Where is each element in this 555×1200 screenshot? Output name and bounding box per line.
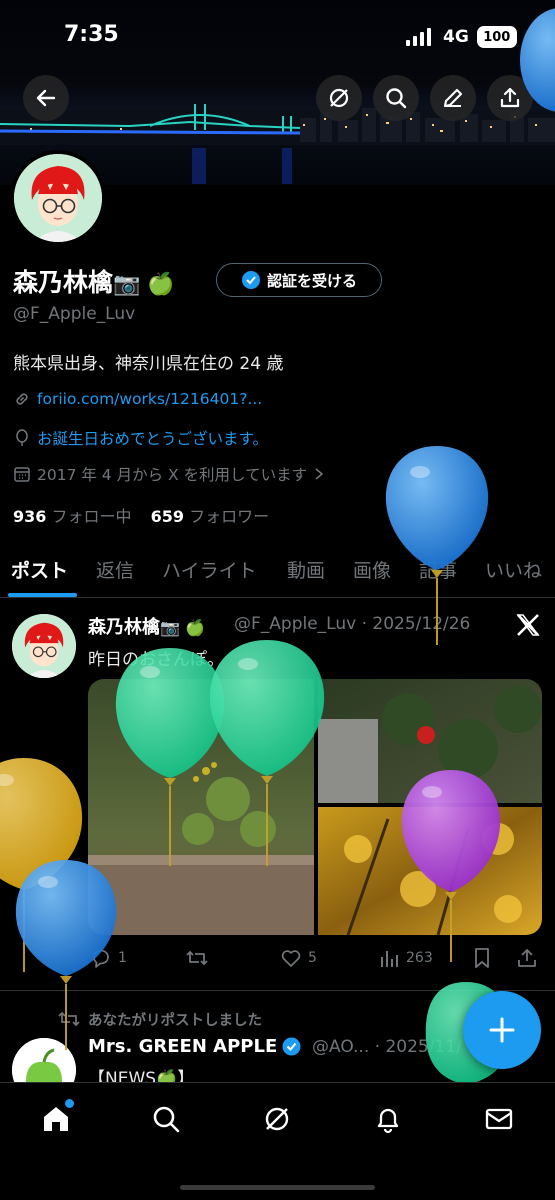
like-button[interactable]: 5 [280, 947, 317, 969]
following-label: フォロー中 [51, 507, 132, 526]
tweet-author-name-text: 森乃林檎 [88, 617, 160, 638]
views-button[interactable]: 263 [378, 947, 433, 969]
battery-level: 100 [483, 29, 511, 45]
tweet-avatar[interactable] [12, 614, 76, 678]
profile-avatar[interactable] [10, 150, 106, 246]
grok-icon [329, 88, 349, 108]
verified-badge-icon [282, 1037, 301, 1056]
calendar-icon [14, 467, 30, 482]
grok-icon [265, 1107, 289, 1131]
nav-search[interactable] [146, 1101, 186, 1137]
profile-birthday-text: お誕生日おめでとうございます。 [37, 430, 268, 448]
profile-name-emojis: 📷 🍏 [113, 272, 175, 297]
tweet-author-emojis: 📷 🍏 [160, 618, 205, 637]
following-link[interactable]: 936 フォロー中 [13, 507, 132, 526]
home-notification-dot [65, 1099, 74, 1108]
bell-icon [377, 1108, 399, 1134]
reply-icon [93, 949, 109, 968]
search-button[interactable] [373, 75, 419, 121]
tab-replies[interactable]: 返信 [96, 556, 134, 583]
battery-icon: 100 [476, 26, 517, 48]
back-button[interactable] [23, 75, 69, 121]
tab-likes[interactable]: いいね [485, 556, 542, 583]
heart-icon [281, 950, 301, 967]
plus-icon [489, 1017, 515, 1043]
get-verified-label: 認証を受ける [266, 271, 357, 290]
tab-posts[interactable]: ポスト [11, 556, 68, 583]
grok-button[interactable] [316, 75, 362, 121]
nav-home[interactable] [36, 1099, 76, 1137]
like-count: 5 [308, 950, 317, 966]
bottom-navigation [0, 1082, 555, 1200]
compose-post-button[interactable] [463, 991, 541, 1069]
profile-joined-row: 2017 年 4 月から X を利用しています [13, 463, 325, 485]
chevron-right-icon [315, 468, 324, 480]
reposted-by-label: あなたがリポストしました [88, 1013, 262, 1029]
tab-articles[interactable]: 記事 [419, 556, 457, 583]
avatar-illustration [12, 614, 76, 678]
reply-button[interactable]: 1 [90, 947, 127, 969]
share-button[interactable] [487, 75, 533, 121]
profile-website-row[interactable]: foriio.com/works/1216401?... [13, 390, 262, 408]
status-time: 7:35 [64, 22, 119, 47]
tweet-divider [0, 990, 555, 991]
bookmark-icon [475, 948, 489, 968]
share-icon [500, 87, 520, 108]
tweet-photos [88, 679, 542, 935]
active-tab-indicator [8, 593, 77, 597]
nav-notifications[interactable] [368, 1101, 408, 1137]
status-icons: 4G 100 [405, 26, 517, 48]
following-count: 936 [13, 507, 47, 526]
profile-handle: @F_Apple_Luv [13, 304, 136, 324]
repost-icon [58, 1011, 80, 1027]
profile-name: 森乃林檎📷 🍏 [13, 263, 175, 299]
tab-photos[interactable]: 画像 [353, 556, 391, 583]
tweet-author-name[interactable]: 森乃林檎📷 🍏 [88, 613, 205, 639]
tweet-handle-date: @AO... · 2025/11/ [312, 1037, 462, 1057]
avatar-illustration [14, 154, 102, 242]
search-icon [153, 1106, 180, 1133]
share-tweet-button[interactable] [516, 947, 538, 969]
profile-bio: 熊本県出身、神奈川県在住の 24 歳 [13, 354, 284, 374]
nav-grok[interactable] [257, 1101, 297, 1137]
profile-joined-text: 2017 年 4 月から X を利用しています [37, 466, 308, 484]
x-logo-icon [515, 613, 541, 641]
balloon-icon [16, 429, 28, 446]
tweet-text: 昨日のおさんぽ。 [88, 650, 224, 670]
tweet-author-name[interactable]: Mrs. GREEN APPLE [88, 1036, 301, 1057]
followers-count: 659 [150, 507, 185, 526]
mail-icon [485, 1108, 513, 1130]
edit-button[interactable] [430, 75, 476, 121]
home-indicator [180, 1185, 375, 1190]
followers-link[interactable]: 659 フォロワー [151, 507, 270, 526]
repost-button[interactable] [185, 947, 209, 969]
analytics-icon [381, 951, 398, 967]
network-label: 4G [443, 27, 469, 47]
tab-videos[interactable]: 動画 [287, 556, 325, 583]
tweet-author-name-text: Mrs. GREEN APPLE [88, 1036, 278, 1057]
signal-icon [406, 28, 431, 46]
edit-icon [443, 88, 463, 108]
tab-highlights[interactable]: ハイライト [162, 556, 257, 583]
share-icon [518, 949, 536, 967]
repost-icon [186, 951, 208, 965]
follow-stats: 936 フォロー中 659 フォロワー [13, 503, 269, 527]
arrow-left-icon [36, 89, 56, 107]
link-icon [16, 393, 28, 405]
view-count: 263 [406, 950, 433, 966]
followers-label: フォロワー [189, 507, 270, 526]
profile-name-text: 森乃林檎 [13, 268, 114, 297]
search-icon [386, 88, 407, 109]
bookmark-button[interactable] [472, 947, 492, 969]
profile-birthday-row: お誕生日おめでとうございます。 [13, 427, 268, 449]
get-verified-button[interactable]: 認証を受ける [216, 263, 382, 297]
tweet-handle-date: @F_Apple_Luv · 2025/12/26 [234, 614, 471, 634]
profile-website-link[interactable]: foriio.com/works/1216401?... [37, 390, 262, 408]
nav-messages[interactable] [479, 1101, 519, 1137]
reply-count: 1 [118, 950, 127, 966]
verified-badge-icon [241, 271, 260, 289]
profile-tabs: ポスト 返信 ハイライト 動画 画像 記事 いいね [0, 548, 555, 598]
tweet-media-grid[interactable] [88, 679, 542, 935]
